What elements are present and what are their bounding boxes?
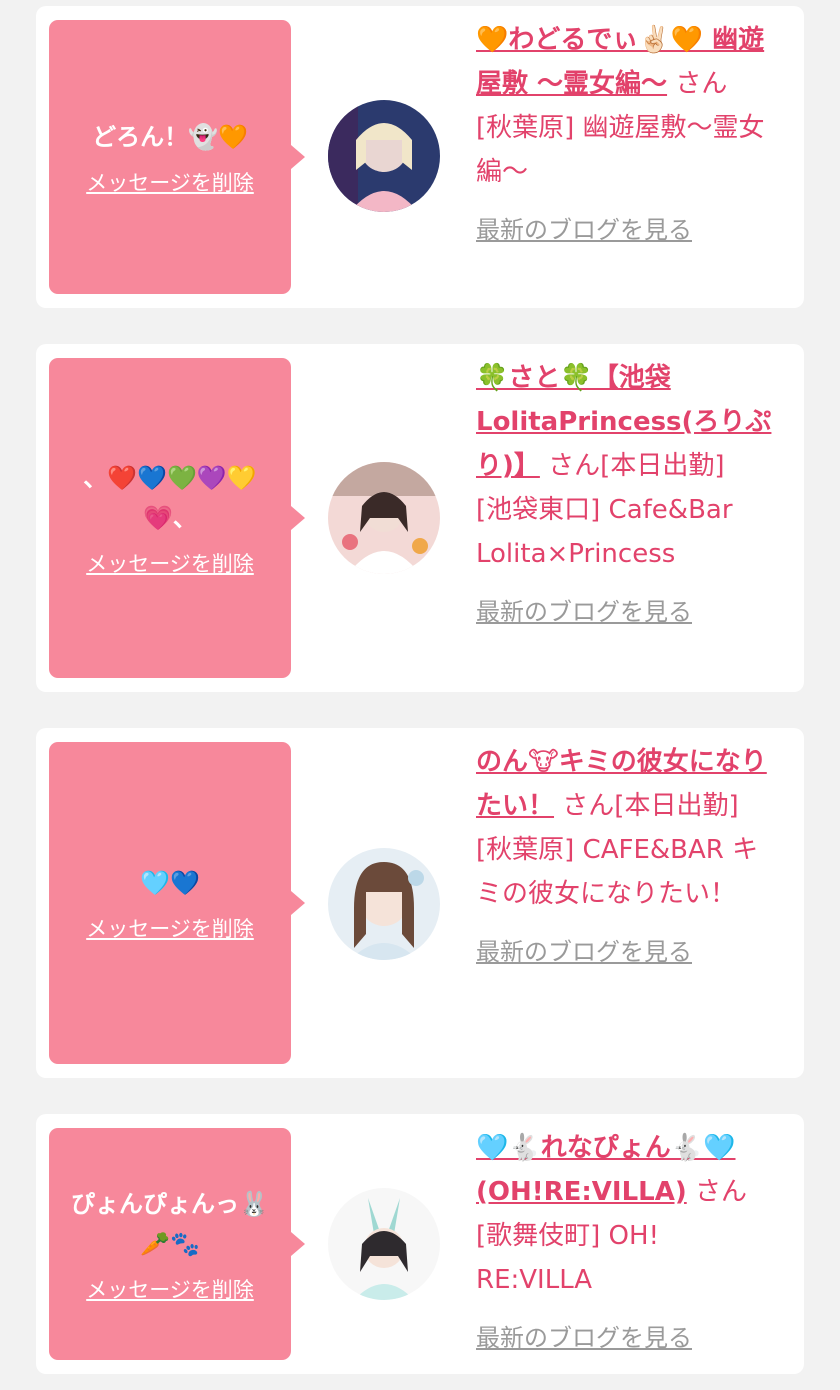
avatar[interactable] bbox=[328, 1188, 440, 1300]
avatar[interactable] bbox=[328, 100, 440, 212]
latest-blog-link[interactable]: 最新のブログを見る bbox=[476, 210, 782, 250]
honorific: さん bbox=[548, 451, 601, 481]
attendance-status: [本日出勤] bbox=[614, 791, 739, 821]
girl-photo-avatar-icon bbox=[328, 462, 440, 574]
member-info: 🩵🐇れなぴょん🐇🩵(OH!RE:VILLA) さん [歌舞伎町] OH! RE:… bbox=[476, 1126, 782, 1358]
message-bubble: 、❤️💙💚💜💛 💗、 メッセージを削除 bbox=[49, 358, 291, 678]
message-bubble: ぴょんぴょんっ🐰 🥕🐾 メッセージを削除 bbox=[49, 1128, 291, 1360]
message-bubble: 🩵💙 メッセージを削除 bbox=[49, 742, 291, 1064]
avatar[interactable] bbox=[328, 848, 440, 960]
delete-message-link[interactable]: メッセージを削除 bbox=[86, 1274, 254, 1304]
message-list: どろん！👻🧡 メッセージを削除 🧡わどるでぃ✌🏻🧡 幽遊屋敷 〜霊女編〜 さん … bbox=[0, 0, 840, 1390]
latest-blog-link[interactable]: 最新のブログを見る bbox=[476, 592, 782, 632]
shop-location: [歌舞伎町] OH! RE:VILLA bbox=[476, 1221, 659, 1295]
delete-message-link[interactable]: メッセージを削除 bbox=[86, 548, 254, 578]
girl-photo-avatar-icon bbox=[328, 848, 440, 960]
girl-photo-avatar-icon bbox=[328, 1188, 440, 1300]
attendance-status: [本日出勤] bbox=[600, 451, 725, 481]
shop-location: [池袋東口] Cafe&Bar Lolita×Princess bbox=[476, 495, 733, 569]
member-info: のん🐮キミの彼女になりたい！ さん[本日出勤] [秋葉原] CAFE&BAR キ… bbox=[476, 740, 782, 972]
message-text: どろん！👻🧡 bbox=[92, 123, 248, 151]
message-card: どろん！👻🧡 メッセージを削除 🧡わどるでぃ✌🏻🧡 幽遊屋敷 〜霊女編〜 さん … bbox=[36, 6, 804, 308]
honorific: さん bbox=[562, 791, 615, 821]
latest-blog-link[interactable]: 最新のブログを見る bbox=[476, 932, 782, 972]
avatar[interactable] bbox=[328, 462, 440, 574]
honorific: さん bbox=[675, 69, 728, 99]
message-card: 、❤️💙💚💜💛 💗、 メッセージを削除 🍀さと🍀【池袋LolitaPrinces… bbox=[36, 344, 804, 692]
message-card: 🩵💙 メッセージを削除 のん🐮キミの彼女になりたい！ さん[本日出勤] [秋葉原… bbox=[36, 728, 804, 1078]
member-info: 🍀さと🍀【池袋LolitaPrincess(ろりぷり)】 さん[本日出勤] [池… bbox=[476, 356, 782, 632]
message-text: ぴょんぴょんっ🐰 🥕🐾 bbox=[71, 1190, 269, 1258]
girl-photo-avatar-icon bbox=[328, 100, 440, 212]
honorific: さん bbox=[694, 1177, 747, 1207]
delete-message-link[interactable]: メッセージを削除 bbox=[86, 167, 254, 197]
member-info: 🧡わどるでぃ✌🏻🧡 幽遊屋敷 〜霊女編〜 さん [秋葉原] 幽遊屋敷〜霊女編〜 … bbox=[476, 18, 782, 250]
message-card: ぴょんぴょんっ🐰 🥕🐾 メッセージを削除 🩵🐇れなぴょん🐇🩵(OH!RE:VIL… bbox=[36, 1114, 804, 1374]
latest-blog-link[interactable]: 最新のブログを見る bbox=[476, 1318, 782, 1358]
message-bubble: どろん！👻🧡 メッセージを削除 bbox=[49, 20, 291, 294]
message-text: 🩵💙 bbox=[140, 869, 200, 897]
shop-location: [秋葉原] CAFE&BAR キミの彼女になりたい！ bbox=[476, 835, 759, 909]
delete-message-link[interactable]: メッセージを削除 bbox=[86, 913, 254, 943]
shop-location: [秋葉原] 幽遊屋敷〜霊女編〜 bbox=[476, 113, 765, 187]
message-text: 、❤️💙💚💜💛 💗、 bbox=[83, 464, 257, 532]
